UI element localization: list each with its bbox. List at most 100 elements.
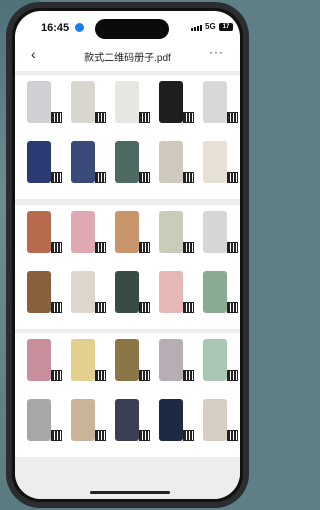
garment-image	[203, 271, 227, 313]
garment-image	[27, 399, 51, 441]
garment-image	[203, 339, 227, 381]
qr-code-icon	[139, 430, 150, 441]
garment-image	[203, 211, 227, 253]
garment-image	[115, 399, 139, 441]
qr-code-icon	[227, 172, 238, 183]
garment-pants	[199, 339, 239, 393]
garment-image	[203, 141, 227, 183]
garment-poncho	[155, 271, 195, 325]
garment-handbag	[155, 81, 195, 135]
qr-code-icon	[95, 370, 106, 381]
garment-bucket-hat	[67, 141, 107, 195]
garment-bodysuit	[23, 339, 63, 393]
network-label: 5G	[205, 22, 216, 31]
qr-code-icon	[95, 172, 106, 183]
signal-icon	[191, 25, 202, 31]
page-title: 款式二维码册子.pdf	[84, 53, 171, 64]
qr-code-icon	[139, 172, 150, 183]
phone-frame: 16:45 5G 17 ‹ 款式二维码册子.pdf ···	[6, 2, 249, 508]
garment-dress	[67, 399, 107, 453]
garment-image	[159, 141, 183, 183]
qr-code-icon	[183, 302, 194, 313]
garment-top-shorts	[67, 81, 107, 135]
garment-bikini	[23, 141, 63, 195]
garment-image	[115, 81, 139, 123]
garment-image	[27, 211, 51, 253]
garment-image	[71, 339, 95, 381]
qr-code-icon	[183, 430, 194, 441]
garment-image	[115, 211, 139, 253]
garment-sweater	[111, 271, 151, 325]
status-time: 16:45	[41, 22, 70, 34]
garment-image	[27, 81, 51, 123]
pdf-page	[15, 205, 240, 329]
pdf-viewer[interactable]	[15, 71, 240, 499]
garment-pillow	[111, 81, 151, 135]
garment-image	[71, 81, 95, 123]
qr-code-icon	[227, 370, 238, 381]
garment-cardigan	[155, 339, 195, 393]
garment-cardigan	[67, 271, 107, 325]
qr-code-icon	[183, 172, 194, 183]
home-indicator[interactable]	[90, 491, 170, 494]
garment-hoodie	[199, 399, 239, 453]
garment-socks	[111, 141, 151, 195]
garment-image	[71, 211, 95, 253]
garment-image	[115, 271, 139, 313]
qr-code-icon	[227, 242, 238, 253]
garment-image	[203, 81, 227, 123]
garment-cardigan	[155, 211, 195, 265]
garment-image	[71, 141, 95, 183]
nav-bar: ‹ 款式二维码册子.pdf ···	[15, 45, 240, 67]
garment-dress	[199, 211, 239, 265]
qr-code-icon	[227, 112, 238, 123]
garment-image	[159, 339, 183, 381]
garment-sweater	[111, 211, 151, 265]
garment-blazer	[155, 399, 195, 453]
garment-image	[203, 399, 227, 441]
location-icon	[75, 23, 84, 32]
garment-dress	[23, 211, 63, 265]
qr-code-icon	[139, 370, 150, 381]
garment-vest	[23, 271, 63, 325]
qr-code-icon	[95, 430, 106, 441]
qr-code-icon	[51, 430, 62, 441]
qr-code-icon	[95, 302, 106, 313]
qr-code-icon	[95, 112, 106, 123]
garment-image	[71, 399, 95, 441]
qr-code-icon	[227, 302, 238, 313]
qr-code-icon	[139, 302, 150, 313]
qr-code-icon	[51, 302, 62, 313]
qr-code-icon	[51, 370, 62, 381]
garment-image	[27, 141, 51, 183]
qr-code-icon	[95, 242, 106, 253]
garment-sweater	[67, 211, 107, 265]
more-icon[interactable]: ···	[209, 45, 224, 59]
garment-jumpsuit	[111, 399, 151, 453]
garment-image	[71, 271, 95, 313]
qr-code-icon	[51, 242, 62, 253]
garment-vest	[23, 399, 63, 453]
battery-icon: 17	[219, 23, 233, 31]
garment-image	[27, 271, 51, 313]
garment-gloves	[199, 271, 239, 325]
qr-code-icon	[51, 112, 62, 123]
garment-image	[159, 211, 183, 253]
status-bar: 16:45 5G 17	[15, 11, 240, 41]
pdf-page	[15, 75, 240, 199]
garment-skirt	[155, 141, 195, 195]
screen: 16:45 5G 17 ‹ 款式二维码册子.pdf ···	[15, 11, 240, 499]
qr-code-icon	[51, 172, 62, 183]
qr-code-icon	[227, 430, 238, 441]
garment-blouse	[199, 141, 239, 195]
garment-swimsuit	[67, 339, 107, 393]
garment-handbag	[111, 339, 151, 393]
qr-code-icon	[183, 112, 194, 123]
garment-image	[159, 271, 183, 313]
garment-image	[159, 399, 183, 441]
garment-shorts	[199, 81, 239, 135]
dynamic-island	[95, 19, 169, 39]
qr-code-icon	[183, 370, 194, 381]
garment-image	[27, 339, 51, 381]
qr-code-icon	[139, 112, 150, 123]
